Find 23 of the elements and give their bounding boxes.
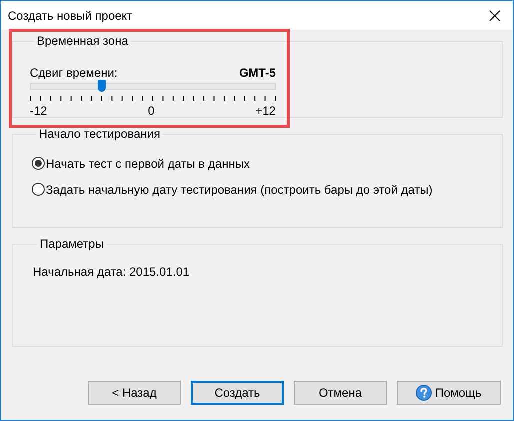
scale-label: -12 — [30, 105, 48, 118]
group-title: Начало тестирования — [38, 127, 162, 142]
radio-button[interactable] — [32, 183, 45, 196]
radio-option[interactable]: Задать начальную дату тестирования (построить бары до этой даты) — [32, 183, 486, 196]
dialog-button[interactable]: Отмена — [294, 381, 387, 405]
radio-option[interactable]: Начать тест с первой даты в данных — [32, 157, 486, 170]
help-icon — [416, 385, 432, 401]
group-title: Временная зона — [36, 34, 130, 49]
radio-label: Начать тест с первой даты в данных — [46, 156, 250, 170]
scale-label: 0 — [148, 105, 155, 118]
dialog-button[interactable]: < Назад — [88, 381, 181, 405]
close-icon[interactable] — [489, 10, 501, 22]
window-title: Создать новый проект — [8, 8, 133, 22]
start-date-text: Начальная дата: 2015.01.01 — [33, 265, 191, 279]
dialog-button[interactable]: Помощь — [397, 381, 501, 405]
slider-label: Сдвиг времени: — [30, 66, 118, 80]
dialog-button[interactable]: Создать — [191, 381, 284, 405]
slider-value: GMT-5 — [239, 66, 276, 80]
group-title: Параметры — [39, 237, 105, 252]
scale-label: +12 — [256, 105, 276, 118]
radio-button[interactable] — [32, 157, 45, 170]
radio-label: Задать начальную дату тестирования (построить бары до этой даты) — [46, 182, 433, 196]
slider-thumb[interactable] — [98, 80, 106, 92]
